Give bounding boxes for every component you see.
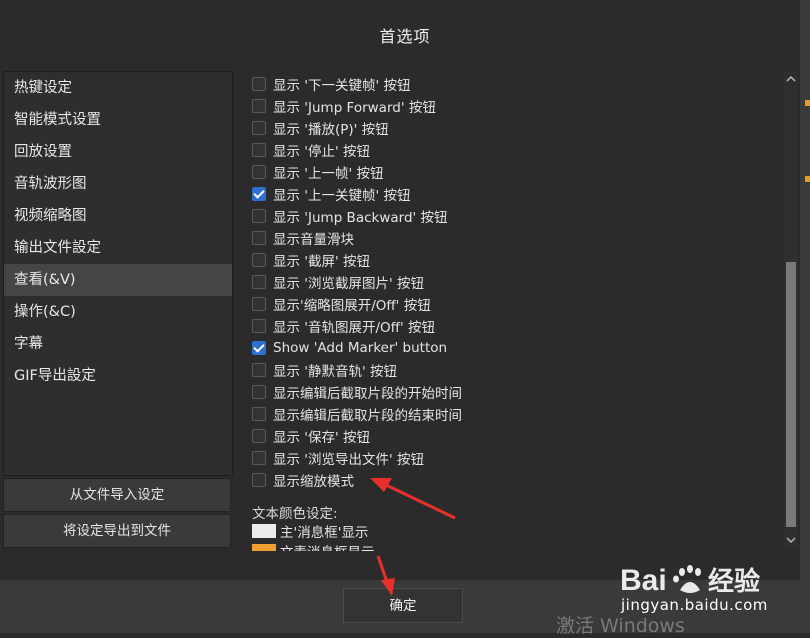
option-checkbox[interactable] <box>252 429 266 443</box>
option-label: Show 'Add Marker' button <box>273 340 448 356</box>
option-label: 显示 '浏览导出文件' 按钮 <box>273 452 425 468</box>
import-settings-button[interactable]: 从文件导入设定 <box>3 478 231 512</box>
option-checkbox[interactable] <box>252 165 266 179</box>
text-color-label: 主'消息框'显示 <box>280 525 369 541</box>
option-row[interactable]: 显示 'Jump Forward' 按钮 <box>252 95 436 117</box>
option-label: 显示 'Jump Forward' 按钮 <box>273 100 436 116</box>
option-label: 显示'缩略图展开/Off' 按钮 <box>273 298 431 314</box>
baidu-jingyan-url: jingyan.baidu.com <box>621 596 768 614</box>
option-label: 显示 'Jump Backward' 按钮 <box>273 210 448 226</box>
option-label: 显示 '上一关键帧' 按钮 <box>273 188 411 204</box>
dialog-title: 首选项 <box>379 27 431 46</box>
option-checkbox[interactable] <box>252 319 266 333</box>
option-row[interactable]: 显示 '浏览截屏图片' 按钮 <box>252 271 424 293</box>
scrollbar-thumb[interactable] <box>786 262 796 527</box>
edge-marker <box>805 100 810 106</box>
option-checkbox[interactable] <box>252 187 266 201</box>
option-checkbox[interactable] <box>252 451 266 465</box>
text-color-section-label: 文本颜色设定: <box>252 506 338 522</box>
option-row[interactable]: Show 'Add Marker' button <box>252 337 447 359</box>
option-row[interactable]: 显示 '停止' 按钮 <box>252 139 370 161</box>
option-label: 显示 '上一帧' 按钮 <box>273 166 384 182</box>
color-swatch[interactable] <box>252 524 276 538</box>
sidebar-item[interactable]: 回放设置 <box>4 136 232 168</box>
export-settings-button[interactable]: 将设定导出到文件 <box>3 514 231 548</box>
option-row[interactable]: 显示 '音轨图展开/Off' 按钮 <box>252 315 435 337</box>
option-checkbox[interactable] <box>252 99 266 113</box>
option-checkbox[interactable] <box>252 341 266 355</box>
option-row[interactable]: 显示 '保存' 按钮 <box>252 425 370 447</box>
option-row[interactable]: 显示 '播放(P)' 按钮 <box>252 117 389 139</box>
option-label: 显示 '浏览截屏图片' 按钮 <box>273 276 425 292</box>
settings-category-list: 热键设定 智能模式设置 回放设置 音轨波形图 视频缩略图 输出文件設定 查看(&V) 操作(&… <box>3 71 233 476</box>
option-row[interactable]: 显示 '静默音轨' 按钮 <box>252 359 397 381</box>
option-checkbox[interactable] <box>252 385 266 399</box>
sidebar-item[interactable]: 字幕 <box>4 328 232 360</box>
option-label: 显示 '播放(P)' 按钮 <box>273 122 389 138</box>
option-label: 显示 '停止' 按钮 <box>273 144 371 160</box>
sidebar-item[interactable]: 输出文件設定 <box>4 232 232 264</box>
option-row[interactable]: 显示编辑后截取片段的结束时间 <box>252 403 462 425</box>
option-checkbox[interactable] <box>252 77 266 91</box>
windows-activation-watermark: 激活 Windows <box>556 615 685 637</box>
option-row[interactable]: 显示缩放模式 <box>252 469 354 491</box>
option-checkbox[interactable] <box>252 253 266 267</box>
svg-text:经验: 经验 <box>708 566 760 597</box>
sidebar-item[interactable]: 音轨波形图 <box>4 168 232 200</box>
text-color-label: 文素消息框显示 <box>280 541 375 551</box>
option-checkbox[interactable] <box>252 297 266 311</box>
option-row[interactable]: 显示 'Jump Backward' 按钮 <box>252 205 448 227</box>
option-row[interactable]: 显示 '上一关键帧' 按钮 <box>252 183 411 205</box>
option-label: 显示 '下一关键帧' 按钮 <box>273 78 411 94</box>
option-row[interactable]: 显示 '浏览导出文件' 按钮 <box>252 447 424 469</box>
option-label: 显示 '静默音轨' 按钮 <box>273 364 398 380</box>
option-row[interactable]: 显示音量滑块 <box>252 227 354 249</box>
sidebar-item[interactable]: 操作(&C) <box>4 296 232 328</box>
edge-marker <box>805 176 810 182</box>
option-checkbox[interactable] <box>252 209 266 223</box>
color-swatch[interactable] <box>252 544 276 551</box>
option-label: 显示 '保存' 按钮 <box>273 430 371 446</box>
svg-text:Bai: Bai <box>620 564 667 597</box>
option-label: 显示编辑后截取片段的开始时间 <box>273 386 462 402</box>
sidebar-item[interactable]: 查看(&V) <box>4 264 232 296</box>
text-color-row[interactable]: 文素消息框显示 <box>252 542 375 551</box>
sidebar-item[interactable]: GIF导出設定 <box>4 360 232 392</box>
view-options-panel: 文本颜色设定: 显示 '下一关键帧' 按钮显示 'Jump Forward' 按… <box>238 71 784 551</box>
background-window-edge <box>800 0 810 633</box>
option-checkbox[interactable] <box>252 473 266 487</box>
option-label: 显示 '音轨图展开/Off' 按钮 <box>273 320 435 336</box>
option-checkbox[interactable] <box>252 363 266 377</box>
baidu-jingyan-logo: Bai 经验 <box>620 564 760 597</box>
option-row[interactable]: 显示编辑后截取片段的开始时间 <box>252 381 462 403</box>
option-label: 显示编辑后截取片段的结束时间 <box>273 408 462 424</box>
option-checkbox[interactable] <box>252 143 266 157</box>
option-label: 显示 '截屏' 按钮 <box>273 254 371 270</box>
text-color-row[interactable]: 主'消息框'显示 <box>252 522 369 541</box>
option-row[interactable]: 显示 '上一帧' 按钮 <box>252 161 384 183</box>
sidebar-item[interactable]: 智能模式设置 <box>4 104 232 136</box>
option-checkbox[interactable] <box>252 231 266 245</box>
scroll-down-icon[interactable] <box>786 535 796 545</box>
sidebar-item[interactable]: 热键设定 <box>4 72 232 104</box>
option-label: 显示音量滑块 <box>273 232 354 248</box>
option-label: 显示缩放模式 <box>273 474 354 490</box>
option-checkbox[interactable] <box>252 275 266 289</box>
option-checkbox[interactable] <box>252 407 266 421</box>
ok-button[interactable]: 确定 <box>343 588 463 623</box>
option-row[interactable]: 显示'缩略图展开/Off' 按钮 <box>252 293 431 315</box>
scroll-up-icon[interactable] <box>786 74 796 84</box>
option-row[interactable]: 显示 '下一关键帧' 按钮 <box>252 73 411 95</box>
option-row[interactable]: 显示 '截屏' 按钮 <box>252 249 370 271</box>
sidebar-item[interactable]: 视频缩略图 <box>4 200 232 232</box>
option-checkbox[interactable] <box>252 121 266 135</box>
